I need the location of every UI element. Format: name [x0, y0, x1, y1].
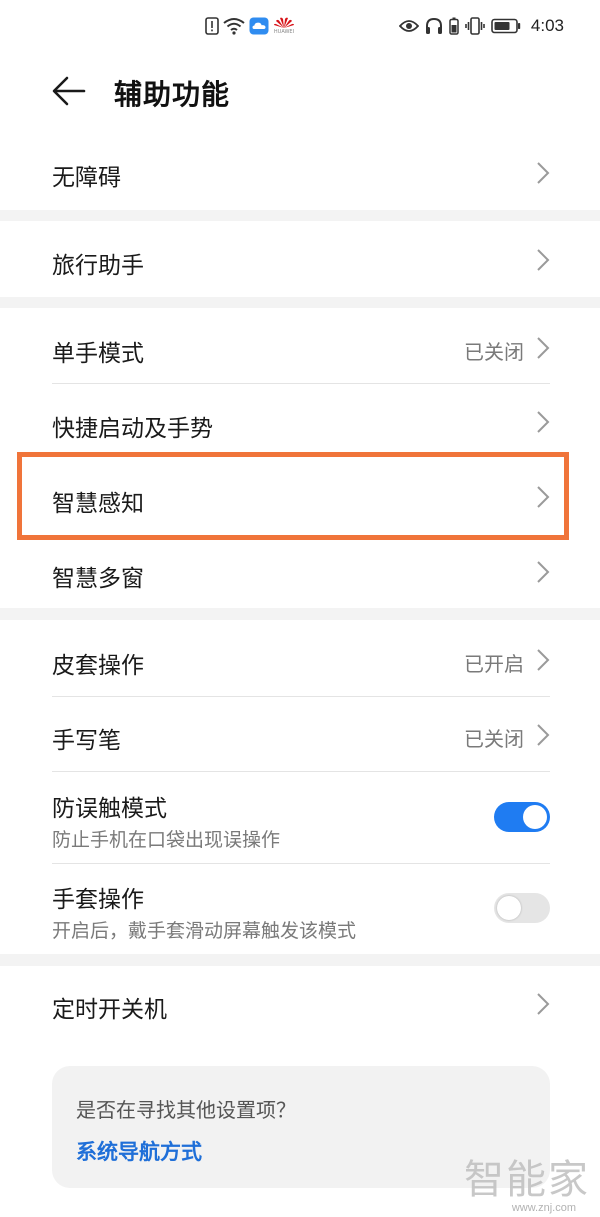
toggle-knob: [497, 896, 521, 920]
chevron-right-icon: [537, 993, 550, 1015]
chevron-right-icon: [537, 249, 550, 271]
row-stylus[interactable]: 手写笔 已关闭: [0, 697, 600, 771]
battery-icon: [491, 18, 521, 34]
section-gap: [0, 297, 600, 308]
huawei-brand-text: HUAWEI: [273, 29, 295, 35]
cloud-icon: [249, 17, 269, 35]
row-label: 皮套操作: [52, 653, 144, 679]
chevron-right-icon: [537, 649, 550, 671]
headphone-icon: [425, 17, 443, 35]
row-one-hand-mode[interactable]: 单手模式 已关闭: [0, 308, 600, 384]
row-label: 防误触模式: [52, 796, 167, 822]
watermark: 智能家 www.znj.com: [464, 1160, 590, 1214]
watermark-url: www.znj.com: [511, 1202, 576, 1214]
chevron-right-icon: [537, 486, 550, 508]
row-cover-operation[interactable]: 皮套操作 已开启: [0, 620, 600, 696]
row-scheduled-power[interactable]: 定时开关机: [0, 966, 600, 1042]
huawei-logo-icon: HUAWEI: [273, 17, 295, 35]
row-value: 已关闭: [464, 727, 524, 751]
row-travel-assistant[interactable]: 旅行助手: [0, 221, 600, 297]
section-gap: [0, 954, 600, 966]
row-subtitle: 开启后，戴手套滑动屏幕触发该模式: [52, 920, 357, 942]
page-title: 辅助功能: [114, 78, 231, 111]
eye-icon: [398, 19, 419, 33]
section-gap: [0, 608, 600, 620]
row-smart-perception[interactable]: 智慧感知: [0, 459, 600, 535]
watermark-logo-text: 智能家: [464, 1157, 590, 1203]
toggle-knob: [523, 805, 547, 829]
chevron-right-icon: [537, 724, 550, 746]
row-label: 手套操作: [52, 887, 144, 913]
row-label: 智慧感知: [52, 491, 144, 517]
row-value: 已关闭: [464, 340, 524, 364]
chevron-right-icon: [537, 561, 550, 583]
battery-saver-icon: [449, 17, 459, 35]
row-label: 快捷启动及手势: [52, 416, 213, 442]
row-quick-launch-gestures[interactable]: 快捷启动及手势: [0, 384, 600, 459]
section-gap: [0, 210, 600, 221]
row-subtitle: 防止手机在口袋出现误操作: [52, 829, 281, 851]
chevron-right-icon: [537, 337, 550, 359]
back-button[interactable]: [50, 74, 88, 108]
row-anti-mistouch[interactable]: 防误触模式 防止手机在口袋出现误操作: [0, 772, 600, 863]
anti-mistouch-toggle[interactable]: [494, 802, 550, 832]
chevron-right-icon: [537, 411, 550, 433]
row-glove-mode[interactable]: 手套操作 开启后，戴手套滑动屏幕触发该模式: [0, 864, 600, 954]
wifi-icon: [223, 17, 245, 35]
arrow-left-icon: [52, 76, 86, 106]
alert-icon: [205, 17, 219, 35]
row-accessibility[interactable]: 无障碍: [0, 136, 600, 210]
chevron-right-icon: [537, 162, 550, 184]
suggestion-question: 是否在寻找其他设置项？: [76, 1098, 296, 1122]
row-label: 定时开关机: [52, 997, 167, 1023]
glove-mode-toggle[interactable]: [494, 893, 550, 923]
status-left-icons: HUAWEI: [205, 14, 295, 38]
row-label: 手写笔: [52, 728, 121, 754]
row-label: 智慧多窗: [52, 566, 144, 592]
status-bar: HUAWEI 4:03: [0, 0, 600, 50]
row-label: 旅行助手: [52, 253, 144, 279]
row-label: 单手模式: [52, 341, 144, 367]
system-navigation-link[interactable]: 系统导航方式: [76, 1136, 202, 1166]
row-label: 无障碍: [52, 165, 121, 191]
page-header: 辅助功能: [0, 60, 600, 122]
vibrate-icon: [465, 17, 485, 35]
status-right-icons: 4:03: [398, 14, 564, 38]
row-smart-multi-window[interactable]: 智慧多窗: [0, 535, 600, 608]
status-time: 4:03: [530, 16, 564, 35]
row-value: 已开启: [464, 652, 524, 676]
